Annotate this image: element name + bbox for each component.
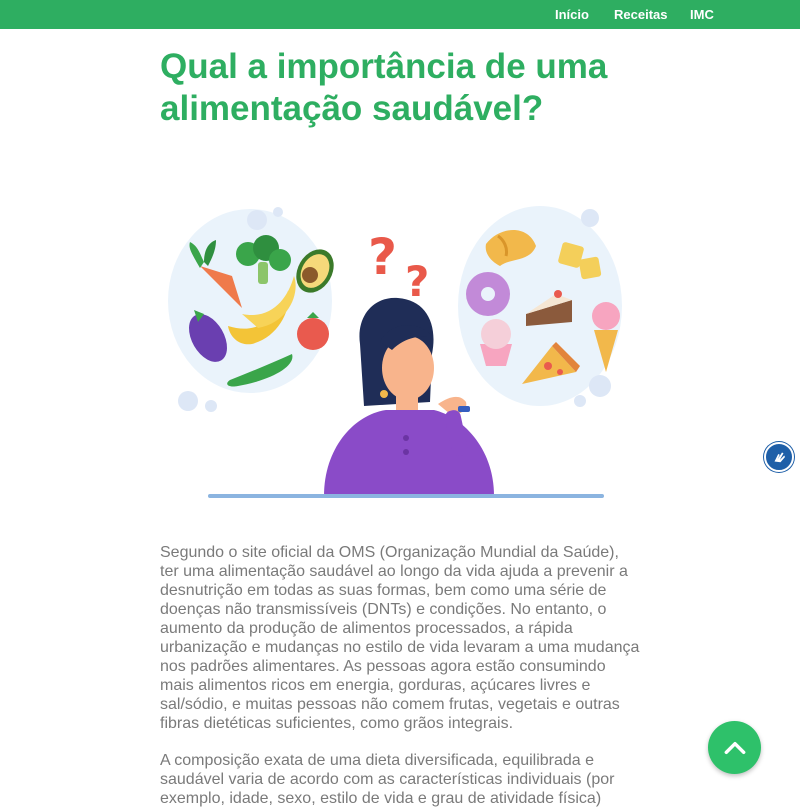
chevron-up-icon bbox=[724, 741, 745, 754]
nav-link-imc[interactable]: IMC bbox=[690, 7, 714, 22]
article-paragraph-2: A composição exata de uma dieta diversif… bbox=[160, 752, 615, 807]
svg-text:?: ? bbox=[368, 228, 397, 286]
woman-thinking-food-illustration-icon: ? ? bbox=[168, 206, 622, 498]
sign-language-hands-icon bbox=[774, 452, 785, 463]
top-navbar: Início Receitas IMC bbox=[0, 0, 800, 29]
hero-illustration: ? ? bbox=[160, 196, 640, 506]
scroll-to-top-button[interactable] bbox=[708, 721, 761, 774]
accessibility-widget-button[interactable] bbox=[764, 442, 794, 472]
nav-link-receitas[interactable]: Receitas bbox=[614, 7, 667, 22]
article-paragraph-1: Segundo o site oficial da OMS (Organizaç… bbox=[160, 544, 640, 732]
page-title: Qual a importância de uma alimentação sa… bbox=[160, 47, 608, 128]
svg-text:?: ? bbox=[405, 257, 429, 306]
nav-link-inicio[interactable]: Início bbox=[555, 7, 589, 22]
